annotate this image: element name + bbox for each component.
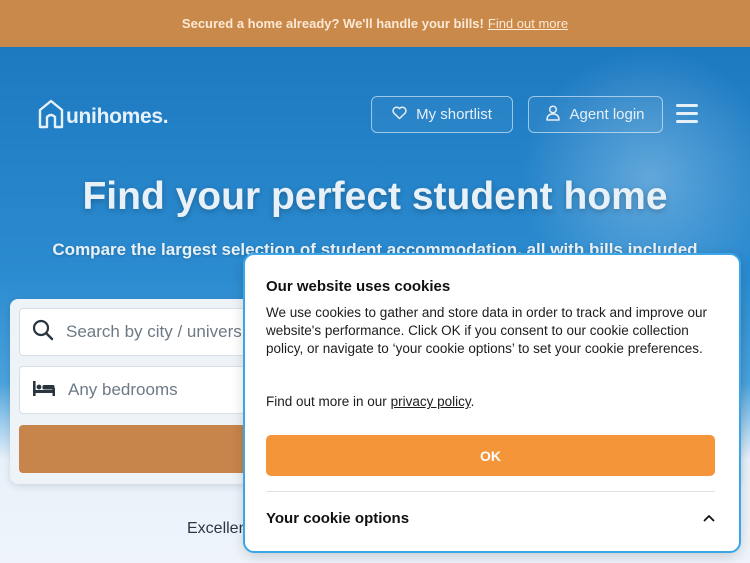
top-promo-banner: Secured a home already? We'll handle you… xyxy=(0,0,750,47)
hero-title: Find your perfect student home xyxy=(82,175,668,218)
cookie-options-label: Your cookie options xyxy=(266,509,410,527)
search-icon xyxy=(32,319,54,346)
more-suffix: . xyxy=(470,394,475,409)
chevron-up-icon xyxy=(703,509,715,527)
logo-text: unihomes. xyxy=(66,104,169,128)
agent-login-label: Agent login xyxy=(569,106,645,123)
cookie-title: Our website uses cookies xyxy=(266,278,451,295)
cookie-options-toggle[interactable]: Your cookie options xyxy=(266,505,715,531)
user-icon xyxy=(546,104,569,125)
hamburger-menu-icon[interactable] xyxy=(676,104,698,124)
cookie-divider xyxy=(266,491,715,492)
site-logo[interactable]: unihomes. xyxy=(38,99,169,134)
bedrooms-value: Any bedrooms xyxy=(68,380,178,399)
privacy-policy-link[interactable]: privacy policy xyxy=(391,394,471,409)
rating-text: Excellen xyxy=(187,520,248,537)
my-shortlist-button[interactable]: My shortlist xyxy=(371,96,513,133)
cookie-consent-dialog: Our website uses cookies We use cookies … xyxy=(245,255,739,551)
home-logo-icon xyxy=(38,99,64,134)
cookie-ok-button[interactable]: OK xyxy=(266,435,715,476)
agent-login-button[interactable]: Agent login xyxy=(528,96,663,133)
find-out-more-link[interactable]: Find out more xyxy=(488,16,568,31)
more-prefix: Find out more in our xyxy=(266,394,391,409)
heart-icon xyxy=(392,105,416,124)
shortlist-label: My shortlist xyxy=(416,106,492,123)
cookie-body: We use cookies to gather and store data … xyxy=(266,305,707,356)
cookie-more-info: Find out more in our privacy policy. xyxy=(266,394,474,409)
bed-icon xyxy=(32,379,56,402)
banner-text: Secured a home already? We'll handle you… xyxy=(181,16,484,31)
location-placeholder: Search by city / univers xyxy=(66,322,242,341)
